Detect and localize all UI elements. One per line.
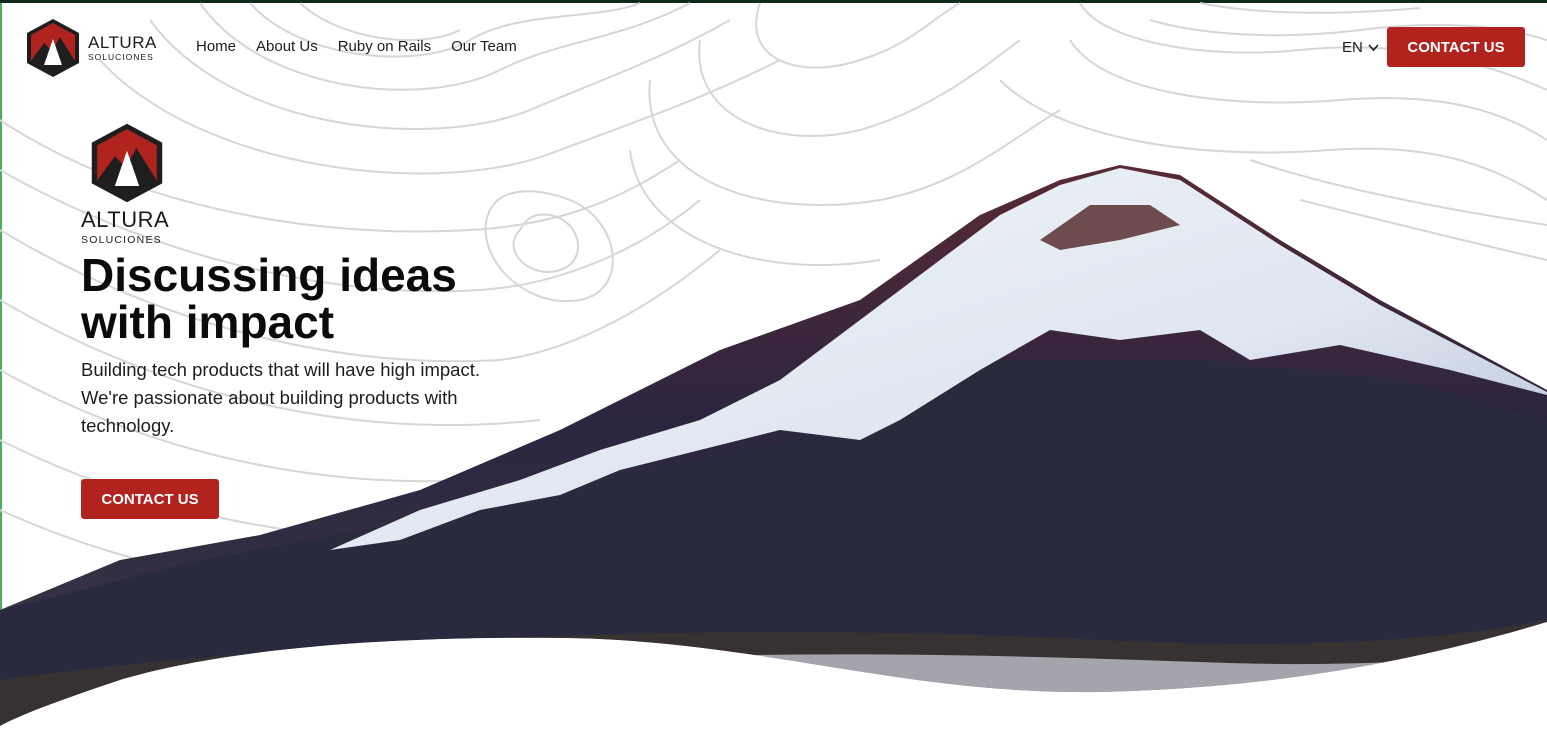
- mountain-logo-icon: [27, 19, 79, 77]
- hero-logo-tagline: SOLUCIONES: [81, 234, 162, 246]
- header-contact-button[interactable]: CONTACT US: [1387, 27, 1525, 67]
- brand-name: ALTURA: [88, 33, 157, 53]
- nav-home[interactable]: Home: [196, 38, 236, 55]
- hero-logo: ALTURA SOLUCIONES: [81, 121, 171, 246]
- nav-our-team[interactable]: Our Team: [451, 38, 517, 55]
- hero-logo-name: ALTURA: [81, 207, 170, 232]
- chevron-down-icon: [1368, 41, 1379, 55]
- brand-tagline: SOLUCIONES: [88, 52, 154, 63]
- hero-contact-button[interactable]: CONTACT US: [81, 479, 219, 519]
- site-header: ALTURA SOLUCIONES Home About Us Ruby on …: [0, 3, 1547, 91]
- main-nav: Home About Us Ruby on Rails Our Team: [196, 38, 517, 55]
- hero-title: Discussing ideas with impact: [81, 249, 457, 348]
- language-label: EN: [1342, 39, 1363, 56]
- mountain-logo-icon: [91, 123, 163, 203]
- nav-about-us[interactable]: About Us: [256, 38, 318, 55]
- language-selector[interactable]: EN: [1342, 39, 1379, 56]
- nav-ruby-on-rails[interactable]: Ruby on Rails: [338, 38, 431, 55]
- hero-description: Building tech products that will have hi…: [81, 359, 480, 436]
- brand-logo[interactable]: ALTURA SOLUCIONES: [22, 17, 162, 79]
